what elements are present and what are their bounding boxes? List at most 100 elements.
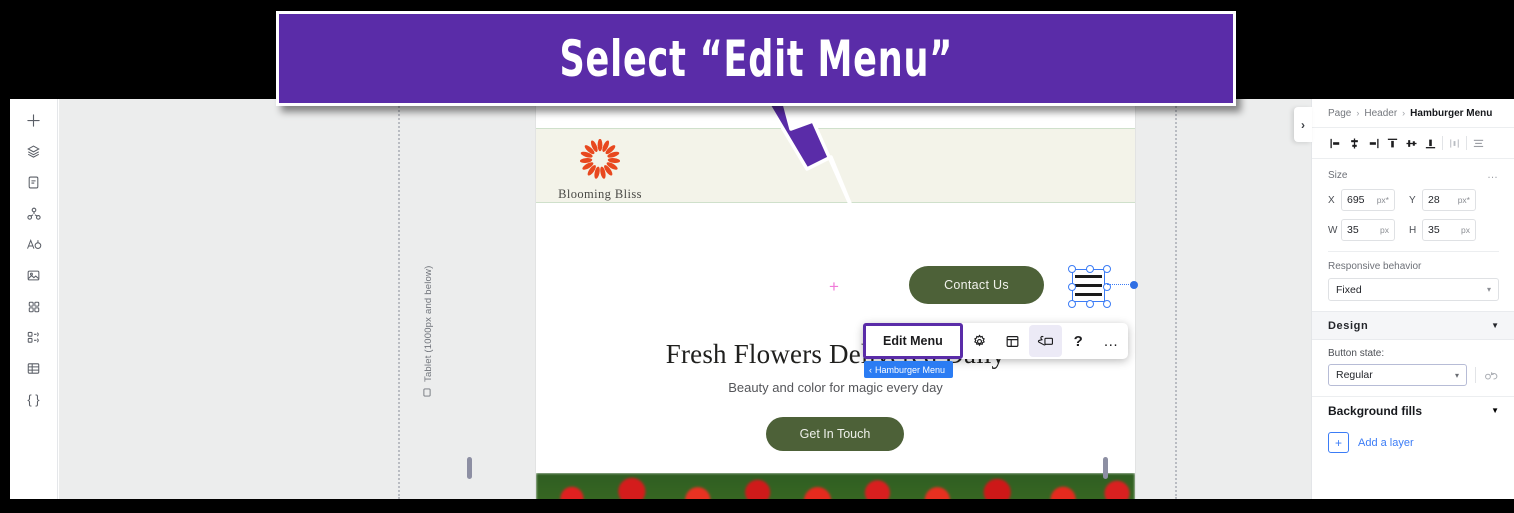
help-icon[interactable]: ? (1062, 325, 1095, 357)
toolbar-divider (1442, 136, 1443, 150)
y-unit: px* (1457, 195, 1470, 205)
design-title: Design (1328, 319, 1369, 332)
inspector-panel: › Page › Header › Hamburger Menu Size … … (1294, 99, 1514, 499)
add-icon[interactable] (17, 105, 51, 136)
distribute-vertical-icon[interactable] (1469, 132, 1488, 154)
layout-icon[interactable] (996, 325, 1029, 357)
width-field[interactable]: W 35 px (1328, 219, 1395, 241)
add-layer-link[interactable]: Add a layer (1358, 437, 1414, 449)
breadcrumb-separator-icon: › (1402, 108, 1406, 118)
tag-label: Hamburger Menu (875, 364, 946, 375)
size-title: Size (1328, 169, 1348, 181)
resize-handle-nw[interactable] (1068, 265, 1076, 273)
responsive-behavior-label: Responsive behavior (1328, 261, 1422, 272)
field-divider (1475, 367, 1476, 383)
button-state-select[interactable]: Regular ▾ (1328, 364, 1467, 386)
x-position-field[interactable]: X 695 px* (1328, 189, 1395, 211)
settings-gear-icon[interactable] (963, 325, 996, 357)
site-editor: { } Tablet (1000px and below) Blooming B… (10, 99, 1514, 499)
device-breakpoint-label: Tablet (1000px and below) (423, 247, 439, 397)
layers-icon[interactable] (17, 136, 51, 167)
button-state-label: Button state: (1328, 348, 1385, 359)
hero-image[interactable] (536, 473, 1135, 499)
distribute-horizontal-icon[interactable] (1445, 132, 1464, 154)
get-in-touch-button[interactable]: Get In Touch (766, 417, 904, 451)
reset-states-icon[interactable] (1484, 369, 1499, 382)
instruction-banner: Select “Edit Menu” (276, 11, 1236, 106)
element-name-tag[interactable]: ‹ Hamburger Menu (864, 361, 954, 378)
align-bottom-icon[interactable] (1421, 132, 1440, 154)
table-icon[interactable] (17, 353, 51, 384)
chevron-down-icon: ▾ (1486, 285, 1491, 294)
resize-handle-se[interactable] (1103, 300, 1111, 308)
hero-subheading[interactable]: Beauty and color for magic every day (536, 380, 1135, 395)
element-floating-toolbar: Edit Menu ? … (863, 323, 1128, 359)
breadcrumb-item-page[interactable]: Page (1328, 108, 1351, 119)
size-more-icon[interactable]: … (1487, 169, 1499, 181)
w-unit: px (1380, 225, 1389, 235)
image-icon[interactable] (17, 260, 51, 291)
x-value[interactable]: 695 (1347, 194, 1365, 206)
alignment-toolbar (1312, 128, 1514, 159)
more-options-icon[interactable]: … (1095, 325, 1128, 357)
align-left-icon[interactable] (1326, 132, 1345, 154)
background-fills-header[interactable]: Background fills ▼ (1312, 396, 1514, 424)
canvas-area: Tablet (1000px and below) Blooming Bliss… (58, 99, 1514, 499)
align-right-icon[interactable] (1364, 132, 1383, 154)
align-center-horizontal-icon[interactable] (1345, 132, 1364, 154)
responsive-behavior-value: Fixed (1336, 283, 1362, 296)
red-tulips (536, 473, 1135, 499)
pages-icon[interactable] (17, 167, 51, 198)
breadcrumb-item-header[interactable]: Header (1364, 108, 1397, 119)
h-unit: px (1461, 225, 1470, 235)
page-resize-handle-right[interactable] (1103, 457, 1108, 479)
guide-left (398, 99, 400, 499)
text-icon[interactable] (17, 229, 51, 260)
h-value[interactable]: 35 (1428, 224, 1440, 236)
interaction-click-icon[interactable] (1028, 325, 1062, 357)
tag-back-chevron-icon: ‹ (869, 364, 872, 375)
y-label: Y (1409, 194, 1416, 206)
media-icon[interactable] (17, 322, 51, 353)
design-section-header[interactable]: Design ▼ (1312, 311, 1514, 340)
chevron-right-icon[interactable]: › (1294, 107, 1312, 142)
w-value[interactable]: 35 (1347, 224, 1359, 236)
site-logo[interactable]: Blooming Bliss (554, 138, 646, 202)
logo-text: Blooming Bliss (558, 187, 642, 201)
page-resize-handle-left[interactable] (467, 457, 472, 479)
screenshot-root: { } Tablet (1000px and below) Blooming B… (0, 0, 1514, 513)
y-value[interactable]: 28 (1428, 194, 1440, 206)
add-layer-row[interactable]: + Add a layer (1312, 424, 1514, 453)
resize-handle-ne[interactable] (1103, 265, 1111, 273)
edit-menu-button[interactable]: Edit Menu (863, 323, 963, 359)
apps-icon[interactable] (17, 291, 51, 322)
resize-handle-w[interactable] (1068, 282, 1076, 291)
flower-burst-icon (579, 138, 621, 179)
button-state-value: Regular (1336, 369, 1373, 381)
breadcrumb-current: Hamburger Menu (1410, 107, 1493, 119)
resize-handle-sw[interactable] (1068, 300, 1076, 308)
chevron-down-icon: ▼ (1491, 321, 1499, 330)
w-label: W (1328, 224, 1338, 236)
align-middle-vertical-icon[interactable] (1402, 132, 1421, 154)
resize-handle-s[interactable] (1085, 300, 1094, 308)
chevron-down-icon: ▾ (1454, 370, 1459, 380)
tablet-icon (423, 388, 431, 397)
anchor-dot[interactable] (1130, 281, 1138, 289)
site-structure-icon[interactable] (17, 198, 51, 229)
y-position-field[interactable]: Y 28 px* (1409, 189, 1476, 211)
height-field[interactable]: H 35 px (1409, 219, 1476, 241)
x-label: X (1328, 194, 1335, 206)
resize-handle-n[interactable] (1085, 265, 1094, 273)
toolbar-divider (1466, 136, 1467, 150)
add-layer-plus-icon[interactable]: + (1328, 432, 1349, 453)
left-toolbar: { } (10, 99, 58, 499)
align-top-icon[interactable] (1383, 132, 1402, 154)
responsive-behavior-select[interactable]: Fixed ▾ (1328, 278, 1499, 301)
code-icon[interactable]: { } (17, 384, 51, 415)
contact-us-button[interactable]: Contact Us (909, 266, 1044, 304)
add-element-marker[interactable]: + (829, 278, 839, 295)
instruction-banner-text: Select “Edit Menu” (559, 29, 953, 88)
breadcrumb: Page › Header › Hamburger Menu (1312, 99, 1514, 128)
hamburger-menu-widget[interactable] (1068, 265, 1111, 308)
